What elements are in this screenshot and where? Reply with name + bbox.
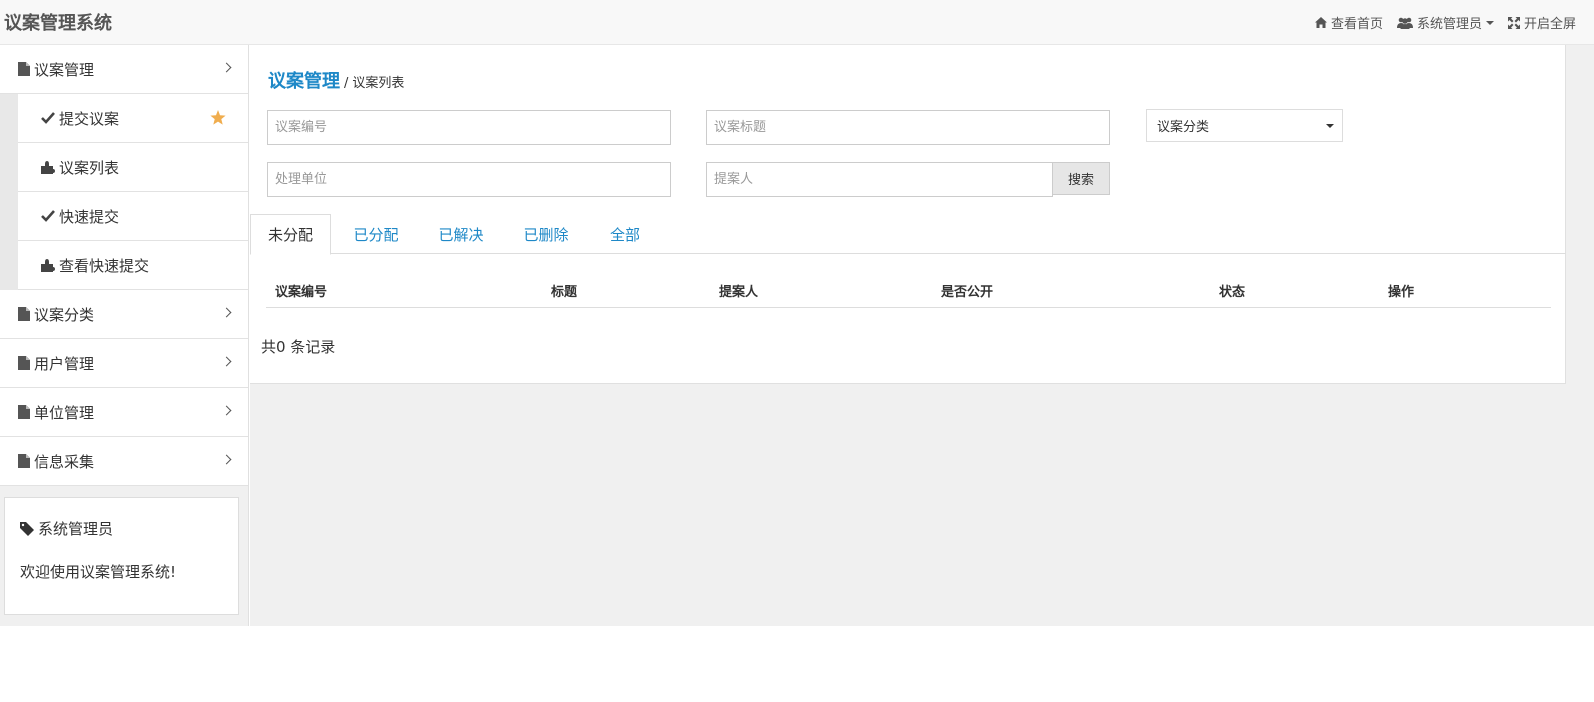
file-icon: [18, 405, 30, 419]
top-navbar: 议案管理系统 查看首页 系统管理员 开启全屏: [0, 0, 1594, 45]
sidebar-item-label: 议案列表: [59, 158, 120, 177]
fullscreen-link-label: 开启全屏: [1523, 17, 1576, 32]
sidebar-item-view-quick-submit[interactable]: 查看快速提交: [18, 241, 248, 290]
chevron-right-icon: [221, 356, 232, 367]
fullscreen-link[interactable]: 开启全屏: [1507, 13, 1576, 32]
check-icon: [41, 112, 55, 124]
sidebar-item-label: 议案管理: [34, 60, 95, 79]
welcome-text: 欢迎使用议案管理系统!: [20, 563, 177, 581]
column-header-proposer: 提案人: [719, 285, 759, 300]
search-button[interactable]: 搜索: [1052, 162, 1110, 195]
column-header-number: 议案编号: [275, 285, 328, 300]
chevron-right-icon: [221, 405, 232, 416]
record-count: 共0 条记录: [261, 338, 336, 356]
sidebar-item-label: 信息采集: [34, 452, 95, 471]
sidebar-item-users[interactable]: 用户管理: [0, 339, 248, 388]
chevron-right-icon: [221, 307, 232, 318]
tab-assigned[interactable]: 已分配: [341, 214, 411, 254]
info-panel-title: 系统管理员: [20, 518, 113, 539]
user-info-panel: 系统管理员 欢迎使用议案管理系统!: [4, 497, 239, 615]
tab-all[interactable]: 全部: [600, 214, 650, 254]
column-header-status: 状态: [1219, 285, 1246, 300]
sidebar-item-label: 用户管理: [34, 354, 95, 373]
sidebar-item-units[interactable]: 单位管理: [0, 388, 248, 437]
chevron-right-icon: [221, 62, 232, 73]
star-icon[interactable]: [210, 110, 226, 125]
status-tabs: 未分配 已分配 已解决 已删除 全部: [250, 214, 1566, 255]
sidebar-item-label: 单位管理: [34, 403, 95, 422]
app-title[interactable]: 议案管理系统: [4, 9, 112, 35]
tab-resolved[interactable]: 已解决: [426, 214, 496, 254]
info-panel-title-text: 系统管理员: [38, 520, 114, 538]
proposals-submenu: 提交议案 议案列表 快速提交 查看快速提交: [0, 94, 248, 290]
sidebar-item-label: 快速提交: [59, 207, 120, 226]
tag-icon: [20, 521, 34, 536]
main-panel: 议案管理 / 议案列表 议案分类 搜索 未分配 已分配 已解决 已删除 全部 议…: [250, 45, 1566, 384]
file-icon: [18, 62, 30, 76]
breadcrumb: 议案管理 / 议案列表: [268, 67, 404, 93]
user-menu-label: 系统管理员: [1416, 17, 1482, 32]
breadcrumb-section[interactable]: 议案管理: [268, 67, 340, 93]
handling-unit-input[interactable]: [267, 162, 671, 197]
file-icon: [18, 356, 30, 370]
chevron-right-icon: [221, 454, 232, 465]
user-menu[interactable]: 系统管理员: [1396, 13, 1494, 32]
sidebar-item-label: 提交议案: [59, 109, 120, 128]
column-header-public: 是否公开: [941, 285, 994, 300]
chevron-down-icon: [1326, 124, 1334, 128]
puzzle-icon: [41, 258, 55, 272]
puzzle-icon: [41, 160, 55, 174]
sidebar-item-label: 议案分类: [34, 305, 95, 324]
chevron-down-icon: [1485, 20, 1494, 25]
table-header: 议案编号 标题 提案人 是否公开 状态 操作: [266, 270, 1551, 308]
proposer-input[interactable]: [706, 162, 1053, 197]
home-link-label: 查看首页: [1330, 17, 1383, 32]
sidebar-item-proposal-list[interactable]: 议案列表: [18, 143, 248, 192]
tab-unassigned[interactable]: 未分配: [250, 214, 331, 255]
proposal-title-input[interactable]: [706, 110, 1110, 145]
sidebar-item-label: 查看快速提交: [59, 256, 150, 275]
top-nav-links: 查看首页 系统管理员 开启全屏: [1301, 0, 1576, 45]
home-icon: [1314, 17, 1327, 28]
home-link[interactable]: 查看首页: [1314, 13, 1383, 32]
file-icon: [18, 454, 30, 468]
column-header-title: 标题: [551, 285, 578, 300]
sidebar-item-submit-proposal[interactable]: 提交议案: [18, 94, 248, 143]
sidebar-item-quick-submit[interactable]: 快速提交: [18, 192, 248, 241]
column-header-actions: 操作: [1388, 285, 1415, 300]
sidebar: 议案管理 提交议案 议案列表 快速提交 查看快速提交 议案分类 用户管理 单位管…: [0, 45, 249, 626]
tab-deleted[interactable]: 已删除: [511, 214, 581, 254]
proposal-number-input[interactable]: [267, 110, 671, 145]
category-select-value: 议案分类: [1157, 120, 1210, 135]
expand-icon: [1507, 16, 1520, 29]
file-icon: [18, 307, 30, 321]
category-select[interactable]: 议案分类: [1146, 109, 1343, 142]
sidebar-item-info-collection[interactable]: 信息采集: [0, 437, 248, 486]
check-icon: [41, 210, 55, 222]
sidebar-item-proposals[interactable]: 议案管理: [0, 45, 248, 94]
breadcrumb-separator: /: [344, 76, 349, 91]
users-icon: [1396, 17, 1413, 29]
sidebar-item-categories[interactable]: 议案分类: [0, 290, 248, 339]
breadcrumb-page: 议案列表: [352, 76, 405, 91]
